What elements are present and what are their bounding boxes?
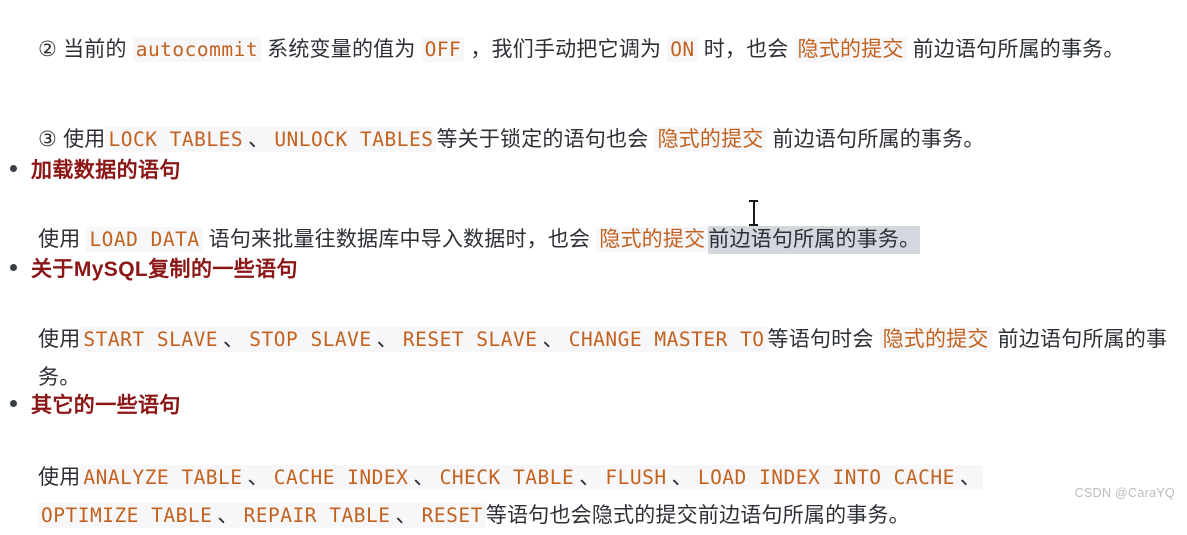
separator: 、 (540, 327, 566, 352)
heading-text-pre: 关于 (31, 258, 74, 281)
bullet-dot-icon (10, 400, 17, 407)
separator: 、 (957, 465, 984, 490)
code-cache-index: CACHE INDEX (270, 465, 412, 490)
text-segment: 时，也会 (697, 38, 795, 61)
numbered-paragraph-3: ③ 使用 LOCK TABLES、 UNLOCK TABLES 等关于锁定的语句也会 … (38, 121, 1168, 159)
text-segment: 语句来批量往数据库中导入数据时，也会 (202, 228, 597, 251)
paragraph-replication: 使用 START SLAVE、 STOP SLAVE、 RESET SLAVE、 CHA… (38, 321, 1173, 397)
code-analyze-table: ANALYZE TABLE (80, 465, 246, 490)
highlight-implicit-commit: 隐式的提交 (879, 327, 992, 352)
article-content: ② 当前的 autocommit 系统变量的值为 OFF ，我们手动把它调为 O… (0, 0, 1187, 528)
code-unlock-tables: UNLOCK TABLES (271, 127, 437, 152)
heading-text-latin: MySQL (73, 258, 149, 281)
code-autocommit: autocommit (132, 37, 262, 62)
text-segment: 等语句也会隐式的提交前边语句所属的事务。 (485, 504, 910, 527)
text-segment: 等语句时会 (767, 328, 880, 351)
watermark: CSDN @CaraYQ (1074, 486, 1175, 500)
text-segment: 使用 (38, 466, 81, 489)
heading-text-post: 复制的一些语句 (148, 258, 298, 281)
list-marker-2: ② (38, 38, 58, 61)
paragraph-other-statements: 使用 ANALYZE TABLE、 CACHE INDEX、 CHECK TABLE、… (38, 459, 1173, 535)
text-segment: 使用 (57, 128, 106, 151)
text-segment: 等关于锁定的语句也会 (436, 128, 655, 151)
text-segment: 使用 (38, 328, 81, 351)
bullet-dot-icon (10, 264, 17, 271)
code-start-slave: START SLAVE (80, 327, 222, 352)
highlight-implicit-commit: 隐式的提交 (596, 227, 709, 252)
bullet-heading-load-data: 加载数据的语句 (10, 157, 1170, 185)
code-on: ON (667, 37, 698, 62)
highlight-implicit-commit: 隐式的提交 (654, 127, 767, 152)
text-segment: 当前的 (57, 38, 133, 61)
code-off: OFF (421, 37, 465, 62)
text-segment: 前边语句所属的事务。 (766, 128, 985, 151)
code-flush: FLUSH (602, 465, 670, 490)
separator: 、 (669, 465, 695, 490)
separator: 、 (411, 465, 437, 490)
code-load-data: LOAD DATA (86, 227, 203, 252)
separator: 、 (577, 465, 603, 490)
bullet-heading-mysql-replication: 关于MySQL复制的一些语句 (10, 256, 1170, 284)
selected-text: 前边语句所属的事务。 (708, 226, 921, 254)
heading-text: 加载数据的语句 (31, 159, 181, 182)
bullet-dot-icon (10, 165, 17, 172)
text-segment: 前边语句所属的事务。 (906, 38, 1125, 61)
paragraph-load-data: 使用 LOAD DATA 语句来批量往数据库中导入数据时，也会 隐式的提交 前边语… (38, 221, 1173, 259)
separator: 、 (221, 327, 247, 352)
heading-text: 关于MySQL复制的一些语句 (31, 256, 298, 284)
text-segment: ，我们手动把它调为 (464, 38, 668, 61)
separator: 、 (246, 127, 272, 152)
numbered-paragraph-2: ② 当前的 autocommit 系统变量的值为 OFF ，我们手动把它调为 O… (38, 31, 1168, 69)
highlight-implicit-commit: 隐式的提交 (794, 37, 907, 62)
code-check-table: CHECK TABLE (436, 465, 578, 490)
code-reset-slave: RESET SLAVE (399, 327, 541, 352)
code-stop-slave: STOP SLAVE (246, 327, 375, 352)
text-segment: 使用 (38, 228, 87, 251)
bullet-heading-other-statements: 其它的一些语句 (10, 392, 1170, 420)
code-change-master-to: CHANGE MASTER TO (565, 327, 768, 352)
heading-text: 其它的一些语句 (31, 394, 181, 417)
list-marker-3: ③ (38, 128, 58, 151)
separator: 、 (374, 327, 400, 352)
text-segment: 系统变量的值为 (261, 38, 422, 61)
code-lock-tables: LOCK TABLES (105, 127, 247, 152)
separator: 、 (245, 465, 271, 490)
code-load-index-into-cache: LOAD INDEX INTO CACHE (694, 465, 958, 490)
